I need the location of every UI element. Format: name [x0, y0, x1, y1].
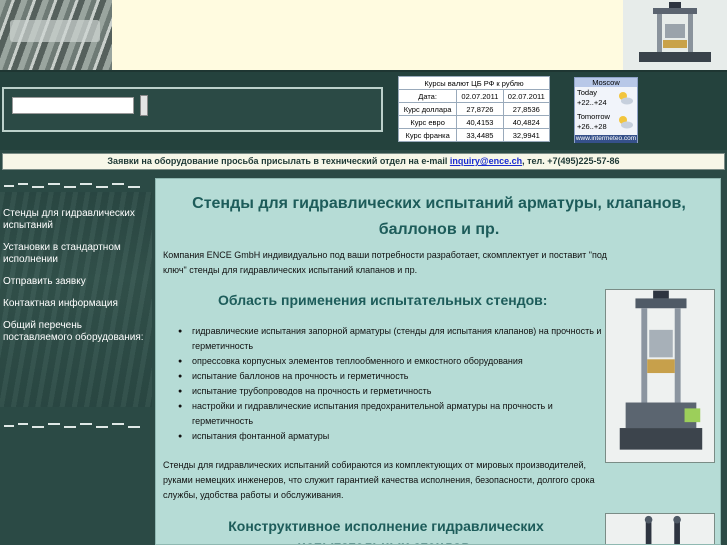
- main-content: Стенды для гидравлических испытаний арма…: [155, 178, 721, 545]
- search-button[interactable]: [140, 95, 148, 116]
- top-banner: [0, 0, 727, 72]
- section-title-design: Конструктивное исполнение гидравлических…: [196, 516, 576, 544]
- menu-item-contacts[interactable]: Контактная информация: [3, 298, 151, 310]
- rate-label: Курс франка: [397, 128, 458, 142]
- rate-value: 27,8536: [502, 102, 551, 116]
- list-item: опрессовка корпусных элементов теплообме…: [178, 354, 608, 369]
- rates-date-2: 02.07.2011: [502, 89, 551, 103]
- outro-paragraph: Стенды для гидравлических испытаний соби…: [163, 460, 595, 500]
- notice-bar: Заявки на оборудование просьба присылать…: [2, 153, 725, 170]
- email-link[interactable]: inquiry@ence.ch: [450, 156, 522, 166]
- sidebar: Стенды для гидравлических испытаний Уста…: [0, 172, 152, 545]
- banner-pipeline-photo: [0, 0, 112, 70]
- page-title-line: баллонов и пр.: [378, 221, 500, 238]
- section-title-line: испытательных стендов:: [196, 536, 576, 544]
- weather-source-link[interactable]: www.intermeteo.com: [575, 135, 637, 143]
- notice-text: Заявки на оборудование просьба присылать…: [107, 156, 450, 166]
- weather-widget[interactable]: Moscow Today +22..+24 Tomorrow +26..+28 …: [574, 77, 638, 143]
- menu-item-test-benches[interactable]: Стенды для гидравлических испытаний: [3, 208, 151, 232]
- weather-today: Today +22..+24: [575, 87, 637, 111]
- sun-cloud-icon: [619, 92, 633, 105]
- decorative-divider: [4, 183, 140, 188]
- rates-date-label: Дата:: [397, 89, 458, 103]
- section-title-application: Область применения испытательных стендов…: [218, 292, 548, 308]
- page-title-line: Стенды для гидравлических испытаний арма…: [192, 195, 686, 212]
- search-panel: [2, 87, 383, 132]
- list-item: испытание баллонов на прочность и гермет…: [178, 369, 608, 384]
- currency-rates-table: Курсы валют ЦБ РФ к рублю Дата: 02.07.20…: [397, 76, 551, 142]
- section-title-line: Конструктивное исполнение гидравлических: [228, 518, 544, 534]
- banner-test-bench-photo: [623, 0, 727, 70]
- search-input[interactable]: [12, 97, 134, 114]
- test-bench-photo-2: [605, 513, 715, 544]
- rate-value: 40,4153: [456, 115, 504, 129]
- rate-value: 33,4485: [456, 128, 504, 142]
- rate-value: 32,9941: [502, 128, 551, 142]
- rates-date-1: 02.07.2011: [456, 89, 504, 103]
- test-bench-photo: [605, 289, 715, 463]
- application-list: гидравлические испытания запорной армату…: [178, 324, 608, 444]
- weather-tomorrow: Tomorrow +26..+28: [575, 111, 637, 135]
- menu-item-equipment-list[interactable]: Общий перечень поставляемого оборудовани…: [3, 320, 151, 344]
- rates-title: Курсы валют ЦБ РФ к рублю: [398, 76, 550, 90]
- notice-phone: , тел. +7(495)225-57-86: [522, 156, 620, 166]
- list-item: испытания фонтанной арматуры: [178, 429, 608, 444]
- list-item: испытание трубопроводов на прочность и г…: [178, 384, 608, 399]
- page-title: Стенды для гидравлических испытаний арма…: [156, 191, 720, 243]
- list-item: настройки и гидравлические испытания пре…: [178, 399, 608, 429]
- menu-item-standard-units[interactable]: Установки в стандартном исполнении: [3, 242, 151, 266]
- intro-paragraph: Компания ENCE GmbH индивидуально под ваш…: [163, 250, 607, 275]
- sidebar-menu: Стенды для гидравлических испытаний Уста…: [3, 208, 151, 354]
- decorative-divider: [4, 423, 140, 428]
- sun-cloud-icon: [619, 116, 633, 129]
- rate-value: 40,4824: [502, 115, 551, 129]
- rate-label: Курс доллара: [397, 102, 458, 116]
- list-item: гидравлические испытания запорной армату…: [178, 324, 608, 354]
- rate-value: 27,8726: [456, 102, 504, 116]
- menu-item-send-request[interactable]: Отправить заявку: [3, 276, 151, 288]
- rate-label: Курс евро: [397, 115, 458, 129]
- weather-city: Moscow: [575, 78, 637, 87]
